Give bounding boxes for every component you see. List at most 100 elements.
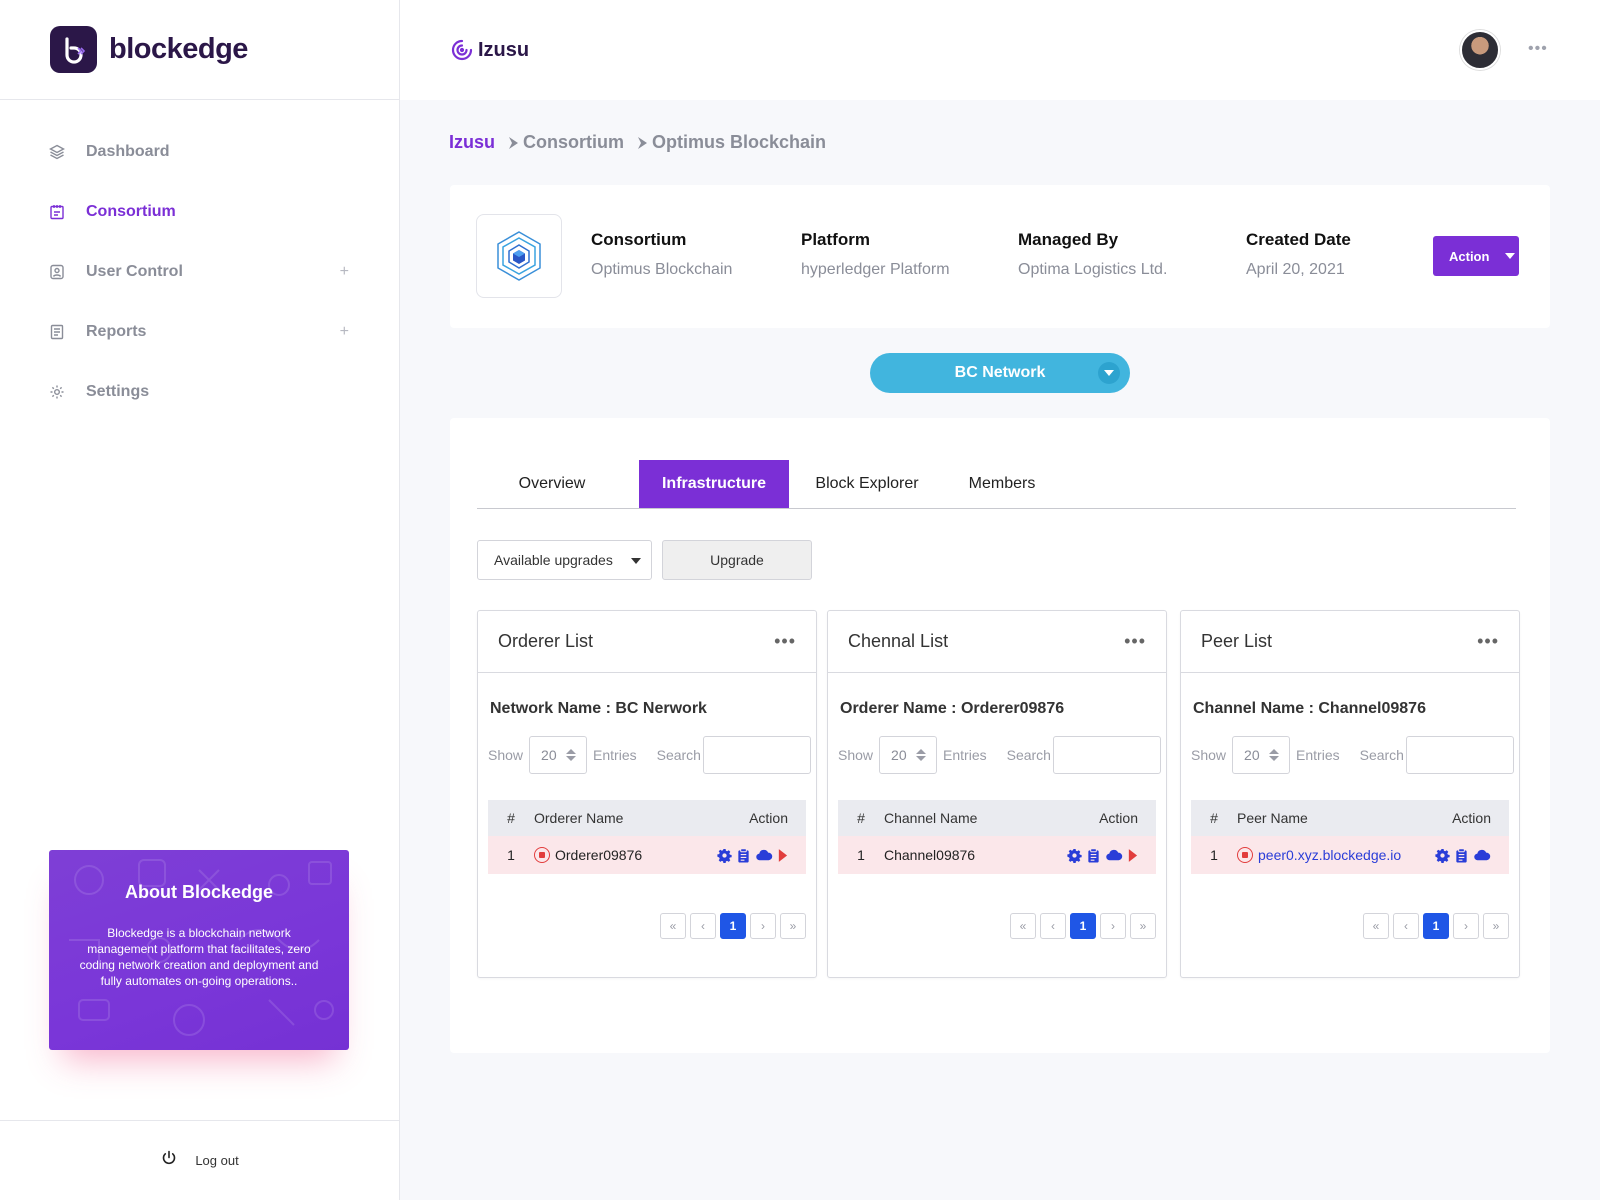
breadcrumb-item[interactable]: Optimus Blockchain	[636, 132, 826, 153]
network-select[interactable]: BC Network	[870, 353, 1130, 393]
settings-icon[interactable]	[1435, 848, 1450, 863]
tab-block-explorer[interactable]: Block Explorer	[797, 460, 937, 508]
cloud-icon[interactable]	[1473, 848, 1491, 863]
clipboard-icon[interactable]	[736, 847, 751, 863]
entries-stepper[interactable]: 20	[1232, 736, 1291, 774]
channel-name: Channel09876	[884, 847, 976, 863]
pager-prev[interactable]: ‹	[1393, 913, 1419, 939]
pager-prev[interactable]: ‹	[690, 913, 716, 939]
show-label: Show	[488, 747, 524, 763]
pager-first[interactable]: «	[1010, 913, 1036, 939]
card-subtitle: Channel Name : Channel09876	[1193, 700, 1426, 717]
pager-page[interactable]: 1	[720, 913, 746, 939]
table-row[interactable]: 1 peer0.xyz.blockedge.io	[1191, 836, 1509, 874]
breadcrumb-item[interactable]: Consortium	[507, 132, 624, 153]
row-actions	[1056, 847, 1156, 863]
clipboard-icon[interactable]	[1086, 847, 1101, 863]
orderer-list-card: Orderer List ••• Network Name : BC Nerwo…	[477, 610, 817, 978]
peer-table: # Peer Name Action 1 peer0.xyz.blockedge…	[1191, 800, 1509, 874]
card-subtitle: Network Name : BC Nerwork	[490, 700, 707, 717]
play-icon[interactable]	[1127, 848, 1138, 863]
entries-label: Entries	[1296, 747, 1340, 763]
cloud-icon[interactable]	[755, 848, 773, 863]
sidebar-item-reports[interactable]: Reports +	[0, 302, 399, 362]
notepad-icon	[48, 203, 66, 221]
tab-members[interactable]: Members	[937, 460, 1067, 508]
expand-plus-icon[interactable]: +	[340, 323, 349, 341]
tab-overview[interactable]: Overview	[477, 460, 627, 508]
card-header: Peer List •••	[1181, 611, 1519, 673]
play-icon[interactable]	[777, 848, 788, 863]
pager-page[interactable]: 1	[1423, 913, 1449, 939]
col-name: Orderer Name	[534, 810, 624, 826]
pager-next[interactable]: ›	[750, 913, 776, 939]
more-options-icon[interactable]: •••	[1477, 631, 1499, 652]
upgrade-button[interactable]: Upgrade	[662, 540, 812, 580]
action-dropdown-button[interactable]: Action	[1433, 236, 1519, 276]
card-title: Chennal List	[848, 631, 949, 651]
row-name-cell: Channel09876	[884, 847, 1056, 863]
caret-down-icon	[1098, 362, 1120, 384]
entries-stepper[interactable]: 20	[529, 736, 588, 774]
clipboard-icon[interactable]	[1454, 847, 1469, 863]
pager-prev[interactable]: ‹	[1040, 913, 1066, 939]
search-input[interactable]	[1052, 736, 1161, 774]
settings-icon[interactable]	[717, 848, 732, 863]
info-value: Optima Logistics Ltd.	[1018, 261, 1168, 278]
caret-down-icon	[1505, 253, 1516, 259]
table-row[interactable]: 1 Orderer09876	[488, 836, 806, 874]
network-select-value: BC Network	[954, 364, 1046, 381]
tab-infrastructure[interactable]: Infrastructure	[639, 460, 789, 508]
peer-name-link[interactable]: peer0.xyz.blockedge.io	[1258, 847, 1401, 863]
sidebar-item-consortium[interactable]: Consortium	[0, 182, 399, 242]
entries-stepper[interactable]: 20	[879, 736, 938, 774]
user-badge-icon	[48, 263, 66, 281]
pager-first[interactable]: «	[1363, 913, 1389, 939]
table-header: # Channel Name Action	[838, 800, 1156, 836]
pager-last[interactable]: »	[1130, 913, 1156, 939]
logo[interactable]: blockedge	[0, 0, 399, 100]
card-title: Peer List	[1201, 631, 1273, 651]
row-number: 1	[1210, 847, 1218, 863]
breadcrumb-root[interactable]: Izusu	[449, 132, 495, 153]
breadcrumb: Izusu Consortium Optimus Blockchain	[449, 132, 826, 153]
table-row[interactable]: 1 Channel09876	[838, 836, 1156, 874]
info-title: Managed By	[1018, 230, 1119, 249]
more-options-icon[interactable]: •••	[774, 631, 796, 652]
pager-page[interactable]: 1	[1070, 913, 1096, 939]
col-number: #	[1210, 810, 1218, 826]
orderer-name: Orderer09876	[555, 847, 643, 863]
expand-plus-icon[interactable]: +	[340, 263, 349, 281]
pager-last[interactable]: »	[1483, 913, 1509, 939]
col-action: Action	[1099, 810, 1138, 826]
cloud-icon[interactable]	[1105, 848, 1123, 863]
settings-icon[interactable]	[1067, 848, 1082, 863]
about-title: About Blockedge	[124, 882, 273, 902]
entries-label: Entries	[593, 747, 637, 763]
sidebar-item-dashboard[interactable]: Dashboard	[0, 122, 399, 182]
more-options-icon[interactable]: •••	[1124, 631, 1146, 652]
stop-status-icon	[534, 847, 550, 863]
cube-icon	[497, 231, 541, 281]
show-label: Show	[838, 747, 874, 763]
col-number: #	[507, 810, 515, 826]
logout-button[interactable]: Log out	[0, 1120, 400, 1200]
gear-icon	[48, 383, 66, 401]
sidebar-item-user-control[interactable]: User Control +	[0, 242, 399, 302]
pager-next[interactable]: ›	[1453, 913, 1479, 939]
consortium-info-card: Consortium Optimus Blockchain Platform h…	[450, 185, 1550, 328]
search-input[interactable]	[1405, 736, 1514, 774]
pager-first[interactable]: «	[660, 913, 686, 939]
card-header: Chennal List •••	[828, 611, 1166, 673]
more-options-icon[interactable]: •••	[1528, 40, 1548, 58]
search-input[interactable]	[702, 736, 811, 774]
channel-list-card: Chennal List ••• Orderer Name : Orderer0…	[827, 610, 1167, 978]
pager-last[interactable]: »	[780, 913, 806, 939]
row-actions	[706, 847, 806, 863]
sidebar-item-settings[interactable]: Settings	[0, 362, 399, 422]
available-upgrades-select[interactable]: Available upgrades	[477, 540, 652, 580]
pager-next[interactable]: ›	[1100, 913, 1126, 939]
user-avatar[interactable]	[1460, 30, 1500, 70]
sidebar: blockedge Dashboard Consortium User Cont…	[0, 0, 400, 1200]
pagination: « ‹ 1 › »	[1363, 913, 1509, 939]
